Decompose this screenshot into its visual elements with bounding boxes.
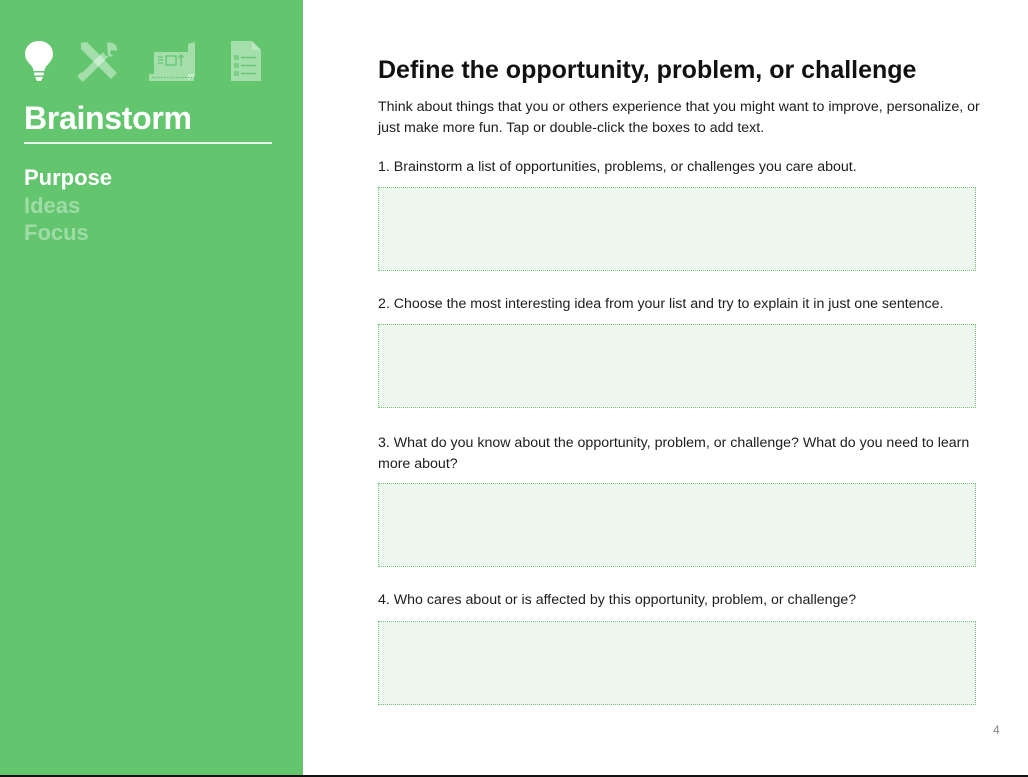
lightbulb-icon[interactable]: [24, 40, 54, 82]
sidebar-divider: [24, 142, 272, 144]
question-3: 3. What do you know about the opportunit…: [378, 435, 970, 472]
question-4: 4. Who cares about or is affected by thi…: [378, 592, 857, 608]
answer-box-1[interactable]: [378, 187, 976, 271]
page-title: Define the opportunity, problem, or chal…: [378, 56, 917, 84]
intro-text: Think about things that you or others ex…: [378, 99, 980, 136]
tools-icon[interactable]: [78, 40, 120, 82]
sidebar-title: Brainstorm: [24, 100, 192, 136]
answer-box-3[interactable]: [378, 483, 976, 567]
nav-item-focus[interactable]: Focus: [24, 219, 112, 247]
question-1: 1. Brainstorm a list of opportunities, p…: [378, 159, 857, 175]
question-2: 2. Choose the most interesting idea from…: [378, 296, 944, 312]
nav-item-purpose[interactable]: Purpose: [24, 164, 112, 192]
nav-item-ideas[interactable]: Ideas: [24, 192, 112, 220]
sidebar: Brainstorm Purpose Ideas Focus: [0, 0, 303, 775]
checklist-icon[interactable]: [230, 40, 262, 82]
sidebar-nav: Purpose Ideas Focus: [24, 164, 112, 247]
answer-box-2[interactable]: [378, 324, 976, 408]
blueprint-icon[interactable]: [148, 40, 196, 82]
answer-box-4[interactable]: [378, 621, 976, 705]
page-number: 4: [993, 723, 1000, 737]
